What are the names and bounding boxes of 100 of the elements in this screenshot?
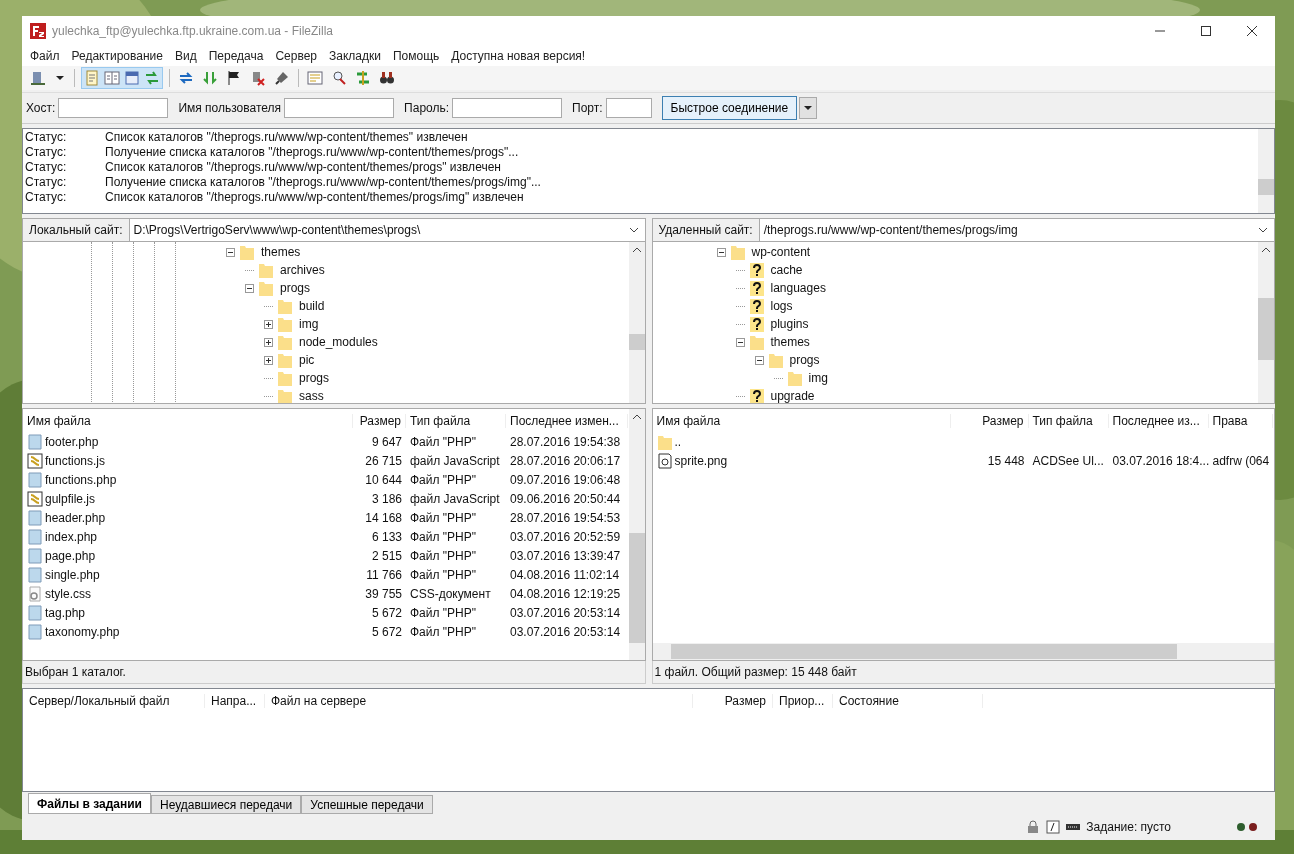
table-cell-text: Файл "PHP" (409, 473, 478, 488)
table-cell-text: Файл "PHP" (409, 435, 478, 450)
column-header[interactable]: Файл на сервере (265, 694, 693, 708)
table-cell-text: 03.07.2016 20:53:14 (509, 606, 622, 621)
column-header[interactable]: Размер (950, 413, 1029, 428)
column-header[interactable]: Права (1208, 413, 1273, 428)
tree-item[interactable]: img (297, 317, 321, 331)
scrollbar[interactable] (652, 643, 1274, 661)
file-name[interactable]: gulpfile.js (45, 492, 96, 507)
tree-item[interactable]: pic (297, 353, 317, 367)
expand-icon[interactable] (264, 337, 273, 347)
file-icon (27, 605, 43, 622)
tree-item[interactable]: sass (297, 389, 326, 403)
column-header[interactable]: Приор... (773, 694, 833, 708)
column-header[interactable]: Имя файла (652, 413, 951, 428)
tree-item[interactable]: themes (768, 335, 812, 349)
table-cell-text: 10 644 (364, 473, 403, 488)
table-cell-text: 03.07.2016 20:52:59 (509, 530, 622, 545)
input-field[interactable] (58, 98, 169, 118)
menu-item[interactable]: Доступна новая версия! (451, 49, 586, 63)
table-cell-text: Файл "PHP" (409, 568, 478, 583)
scroll-thumb[interactable] (1258, 179, 1274, 195)
scroll-thumb[interactable] (628, 532, 645, 643)
menu-item[interactable]: Помощь (392, 49, 440, 63)
menu-item[interactable]: Редактирование (71, 49, 163, 63)
tree-item[interactable]: wp-content (749, 245, 813, 259)
expand-icon[interactable] (264, 319, 273, 329)
tree-item[interactable]: node_modules (297, 335, 380, 349)
menu-item[interactable]: Сервер (275, 49, 317, 63)
log-message: Получение списка каталогов "/theprogs.ru/www/wp-content/themes/progs/img"... (105, 175, 541, 190)
menu-item[interactable]: Вид (174, 49, 197, 63)
chevron-up-icon[interactable] (1261, 247, 1271, 253)
tree-item[interactable]: build (297, 299, 327, 313)
column-header[interactable]: Тип файла (406, 413, 506, 428)
tree-item[interactable]: progs (787, 353, 822, 367)
menu-item[interactable]: Передача (208, 49, 264, 63)
column-header[interactable]: Размер (353, 413, 406, 428)
tab[interactable]: Успешные передачи (301, 795, 433, 814)
collapse-icon[interactable] (716, 247, 726, 257)
scrollbar[interactable] (1258, 242, 1274, 403)
collapse-icon[interactable] (754, 355, 764, 365)
expand-icon[interactable] (264, 355, 273, 365)
tab[interactable]: Неудавшиеся передачи (151, 795, 302, 814)
file-name[interactable]: taxonomy.php (45, 625, 120, 640)
tree-item[interactable]: themes (259, 245, 303, 259)
file-name[interactable]: style.css (45, 587, 91, 602)
quickconnect-button[interactable]: Быстрое соединение (661, 96, 798, 120)
tree-item[interactable]: upgrade (768, 389, 817, 403)
file-name[interactable]: single.php (45, 568, 100, 583)
file-icon (27, 548, 43, 565)
file-name[interactable]: functions.js (45, 454, 106, 469)
chevron-up-icon[interactable] (631, 247, 642, 253)
file-name[interactable]: tag.php (45, 606, 86, 621)
file-name[interactable]: index.php (45, 530, 98, 545)
tree-item[interactable]: archives (278, 263, 327, 277)
column-header[interactable]: Последнее измен... (506, 413, 628, 428)
column-header[interactable]: Имя файла (23, 413, 353, 428)
tree-item[interactable]: logs (768, 299, 795, 313)
tree-item[interactable]: img (806, 371, 830, 385)
scrollbar[interactable] (628, 408, 645, 661)
input-field[interactable] (605, 98, 652, 118)
column-header[interactable]: Состояние (833, 694, 983, 708)
column-header[interactable]: Сервер/Локальный файл (23, 694, 205, 708)
input-field[interactable] (284, 98, 395, 118)
file-name[interactable]: sprite.png (674, 454, 728, 469)
chevron-up-icon[interactable] (631, 413, 642, 420)
window-title: yulechka_ftp@yulechka.ftp.ukraine.com.ua - FileZilla (52, 24, 334, 38)
column-header[interactable]: Тип файла (1028, 413, 1109, 428)
tree-item[interactable]: progs (297, 371, 332, 385)
column-header[interactable]: Последнее из... (1108, 413, 1209, 428)
tree-item[interactable]: progs (278, 281, 313, 295)
collapse-icon[interactable] (245, 283, 254, 293)
file-name[interactable]: footer.php (45, 435, 99, 450)
menu-item[interactable]: Файл (30, 49, 60, 63)
scrollbar[interactable] (1258, 129, 1274, 213)
menu-item[interactable]: Закладки (329, 49, 381, 63)
column-header[interactable]: Размер (693, 694, 773, 708)
close-icon[interactable] (1247, 26, 1257, 36)
collapse-icon[interactable] (226, 247, 235, 257)
column-header[interactable]: Напра... (205, 694, 265, 708)
tree-item[interactable]: languages (768, 281, 828, 295)
file-name[interactable]: functions.php (45, 473, 117, 488)
table-cell-text: ACDSee Ul... (1031, 454, 1105, 469)
log-message: Список каталогов "/theprogs.ru/www/wp-content/themes" извлечен (105, 130, 468, 145)
tab[interactable]: Файлы в задании (28, 793, 151, 814)
tree-item[interactable]: plugins (768, 317, 811, 331)
scrollbar[interactable] (628, 242, 645, 403)
tree-item[interactable]: cache (768, 263, 805, 277)
window-icon[interactable] (122, 68, 142, 88)
dropdown-button[interactable] (799, 97, 818, 119)
table-cell-text: 28.07.2016 19:54:38 (509, 435, 622, 450)
scroll-thumb[interactable] (670, 644, 1177, 660)
file-name[interactable]: page.php (45, 549, 96, 564)
maximize-icon[interactable] (1201, 26, 1211, 36)
scroll-thumb[interactable] (1258, 298, 1274, 360)
collapse-icon[interactable] (735, 337, 745, 347)
file-name[interactable]: header.php (45, 511, 106, 526)
input-field[interactable] (452, 98, 563, 118)
scroll-thumb[interactable] (628, 334, 645, 350)
file-name[interactable]: .. (674, 435, 682, 450)
